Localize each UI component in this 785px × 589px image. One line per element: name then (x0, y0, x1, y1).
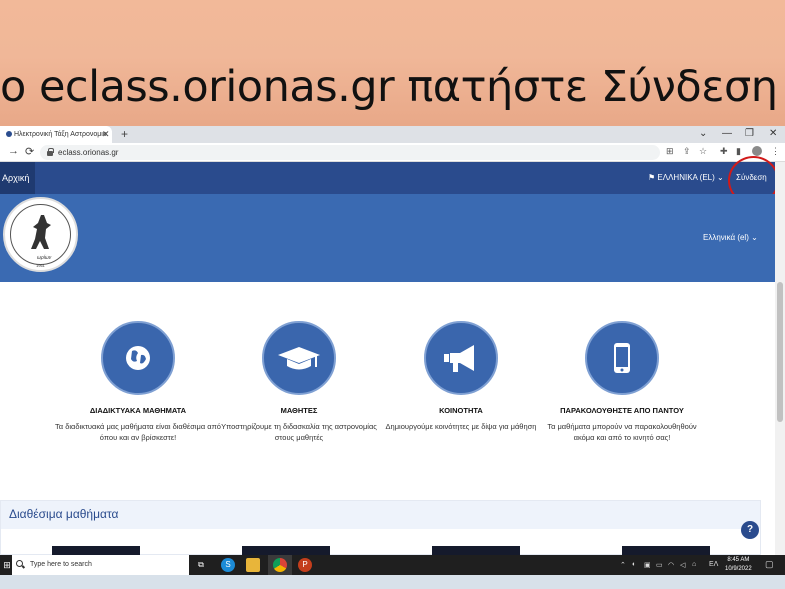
feature-description: Τα διαδικτυακά μας μαθήματα είναι διαθέσ… (55, 422, 221, 442)
address-bar[interactable]: eclass.orionas.gr (40, 145, 660, 160)
input-language[interactable]: ΕΛ (709, 561, 718, 568)
new-tab-button[interactable]: + (121, 127, 128, 141)
feature-watch-anywhere: ΠΑΡΑΚΟΛΟΥΘΗΣΤΕ ΑΠΟ ΠΑΝΤΟΥ Τα μαθήματα μπ… (537, 321, 707, 443)
maximize-button[interactable]: ❐ (745, 128, 754, 139)
skype-icon[interactable]: S (221, 558, 235, 572)
tab-close-icon[interactable]: ✕ (102, 129, 110, 140)
powerpoint-icon[interactable]: P (298, 558, 312, 572)
slide-title: o eclass.orionas.gr πατήστε Σύνδεση (0, 62, 778, 112)
feature-title: ΚΟΙΝΟΤΗΤΑ (439, 406, 483, 415)
search-placeholder: Type here to search (30, 561, 92, 568)
feature-community: ΚΟΙΝΟΤΗΤΑ Δημιουργούμε κοινότητες με δίψ… (376, 321, 546, 432)
clock-date: 10/9/2022 (725, 566, 752, 572)
tab-search-icon[interactable]: ⌄ (699, 128, 707, 139)
logo-year: 1961 (36, 263, 45, 268)
extensions-icon[interactable]: ✚ (720, 146, 728, 157)
tab-title: Ηλεκτρονική Τάξη Αστρονομικ (14, 131, 107, 138)
battery-icon[interactable]: ▭ (656, 561, 663, 569)
courses-heading: Διαθέσιμα μαθήματα (1, 501, 760, 529)
mobile-phone-icon (585, 321, 659, 395)
browser-tab[interactable]: Ηλεκτρονική Τάξη Αστρονομικ ✕ (0, 126, 112, 143)
bookmark-star-icon[interactable]: ☆ (699, 146, 707, 157)
language-label: ΕΛΛΗΝΙΚΑ (EL) (657, 173, 715, 182)
tray-window-icon[interactable]: ▣ (644, 561, 651, 569)
share-icon[interactable]: ⇪ (683, 146, 691, 157)
back-arrow-icon[interactable]: → (8, 145, 19, 157)
notification-icon[interactable]: ▢ (765, 559, 774, 570)
browser-toolbar: → ⟳ eclass.orionas.gr ⊞ ⇪ ☆ ✚ ▮ ⋮ (0, 143, 785, 162)
feature-description: Δημιουργούμε κοινότητες με δίψα για μάθη… (385, 422, 537, 431)
feature-online-courses: ΔΙΑΔΙΚΤΥΑΚΑ ΜΑΘΗΜΑΤΑ Τα διαδικτυακά μας … (53, 321, 223, 443)
feature-students: ΜΑΘΗΤΕΣ Υποστηρίζουμε τη διδασκαλία της … (214, 321, 384, 443)
url-text: eclass.orionas.gr (58, 148, 119, 157)
chevron-down-icon: ⌄ (714, 173, 724, 182)
translate-icon[interactable]: ⊞ (666, 146, 674, 157)
site-navbar: Αρχική ⚑ ΕΛΛΗΝΙΚΑ (EL) ⌄ Σύνδεση (0, 162, 775, 194)
lock-icon (47, 148, 54, 156)
wifi-icon[interactable]: ◠ (668, 561, 674, 569)
clock-time: 8:45 AM (727, 557, 750, 563)
logo-ring: ωρίων (10, 204, 71, 265)
minimize-button[interactable]: — (722, 128, 732, 139)
language-banner-label: Ελληνικά (el) (703, 233, 749, 242)
globe-icon (101, 321, 175, 395)
chrome-icon[interactable] (273, 558, 287, 572)
page-scrollbar[interactable] (775, 162, 785, 555)
feature-title: ΠΑΡΑΚΟΛΟΥΘΗΣΤΕ ΑΠΟ ΠΑΝΤΟΥ (560, 406, 684, 415)
task-view-icon[interactable]: ⧉ (194, 558, 208, 572)
tray-chevron-icon[interactable]: ⌃ (620, 561, 626, 569)
taskbar-clock[interactable]: 8:45 AM 10/9/2022 (725, 556, 752, 574)
profile-avatar[interactable] (752, 146, 762, 156)
feature-title: ΔΙΑΔΙΚΤΥΑΚΑ ΜΑΘΗΜΑΤΑ (89, 406, 187, 415)
tray-app-icon[interactable]: ◐ (632, 561, 636, 568)
browser-tab-bar: Ηλεκτρονική Τάξη Αστρονομικ ✕ + ⌄ — ❐ ✕ (0, 126, 785, 143)
scrollbar-thumb[interactable] (777, 282, 783, 422)
file-explorer-icon[interactable] (246, 558, 260, 572)
feature-description: Υποστηρίζουμε τη διδασκαλία της αστρονομ… (221, 422, 377, 442)
network-icon[interactable]: ⌂ (692, 561, 696, 568)
menu-dots-icon[interactable]: ⋮ (771, 146, 780, 157)
megaphone-icon (424, 321, 498, 395)
nav-home-link[interactable]: Αρχική (0, 162, 35, 194)
favicon-icon (6, 131, 12, 137)
help-button[interactable]: ? (741, 521, 759, 539)
site-banner: ωρίων 1961 Ελληνικά (el) ⌄ (0, 194, 775, 282)
side-panel-icon[interactable]: ▮ (736, 146, 741, 157)
slide-header: o eclass.orionas.gr πατήστε Σύνδεση (0, 0, 785, 126)
windows-taskbar: ⊞ Type here to search ⧉ S P ⌃ ◐ ▣ ▭ ◠ ◁ … (0, 555, 785, 575)
reload-icon[interactable]: ⟳ (25, 145, 34, 158)
slide-footer (0, 575, 785, 589)
courses-panel: Διαθέσιμα μαθήματα (0, 500, 761, 556)
taskbar-search[interactable]: Type here to search (12, 555, 189, 575)
search-icon (16, 560, 23, 567)
feature-description: Τα μαθήματα μπορούν να παρακολουθηθούν α… (547, 422, 697, 442)
close-window-button[interactable]: ✕ (769, 128, 777, 139)
language-selector-banner[interactable]: Ελληνικά (el) ⌄ (703, 233, 758, 242)
orionas-logo: ωρίων 1961 (3, 197, 78, 272)
volume-icon[interactable]: ◁ (680, 561, 685, 569)
logo-text: ωρίων (37, 255, 52, 261)
chevron-down-icon: ⌄ (748, 233, 758, 242)
language-selector-top[interactable]: ⚑ ΕΛΛΗΝΙΚΑ (EL) ⌄ (648, 173, 724, 182)
graduation-cap-icon (262, 321, 336, 395)
feature-title: ΜΑΘΗΤΕΣ (280, 406, 318, 415)
flag-icon: ⚑ (648, 173, 658, 182)
